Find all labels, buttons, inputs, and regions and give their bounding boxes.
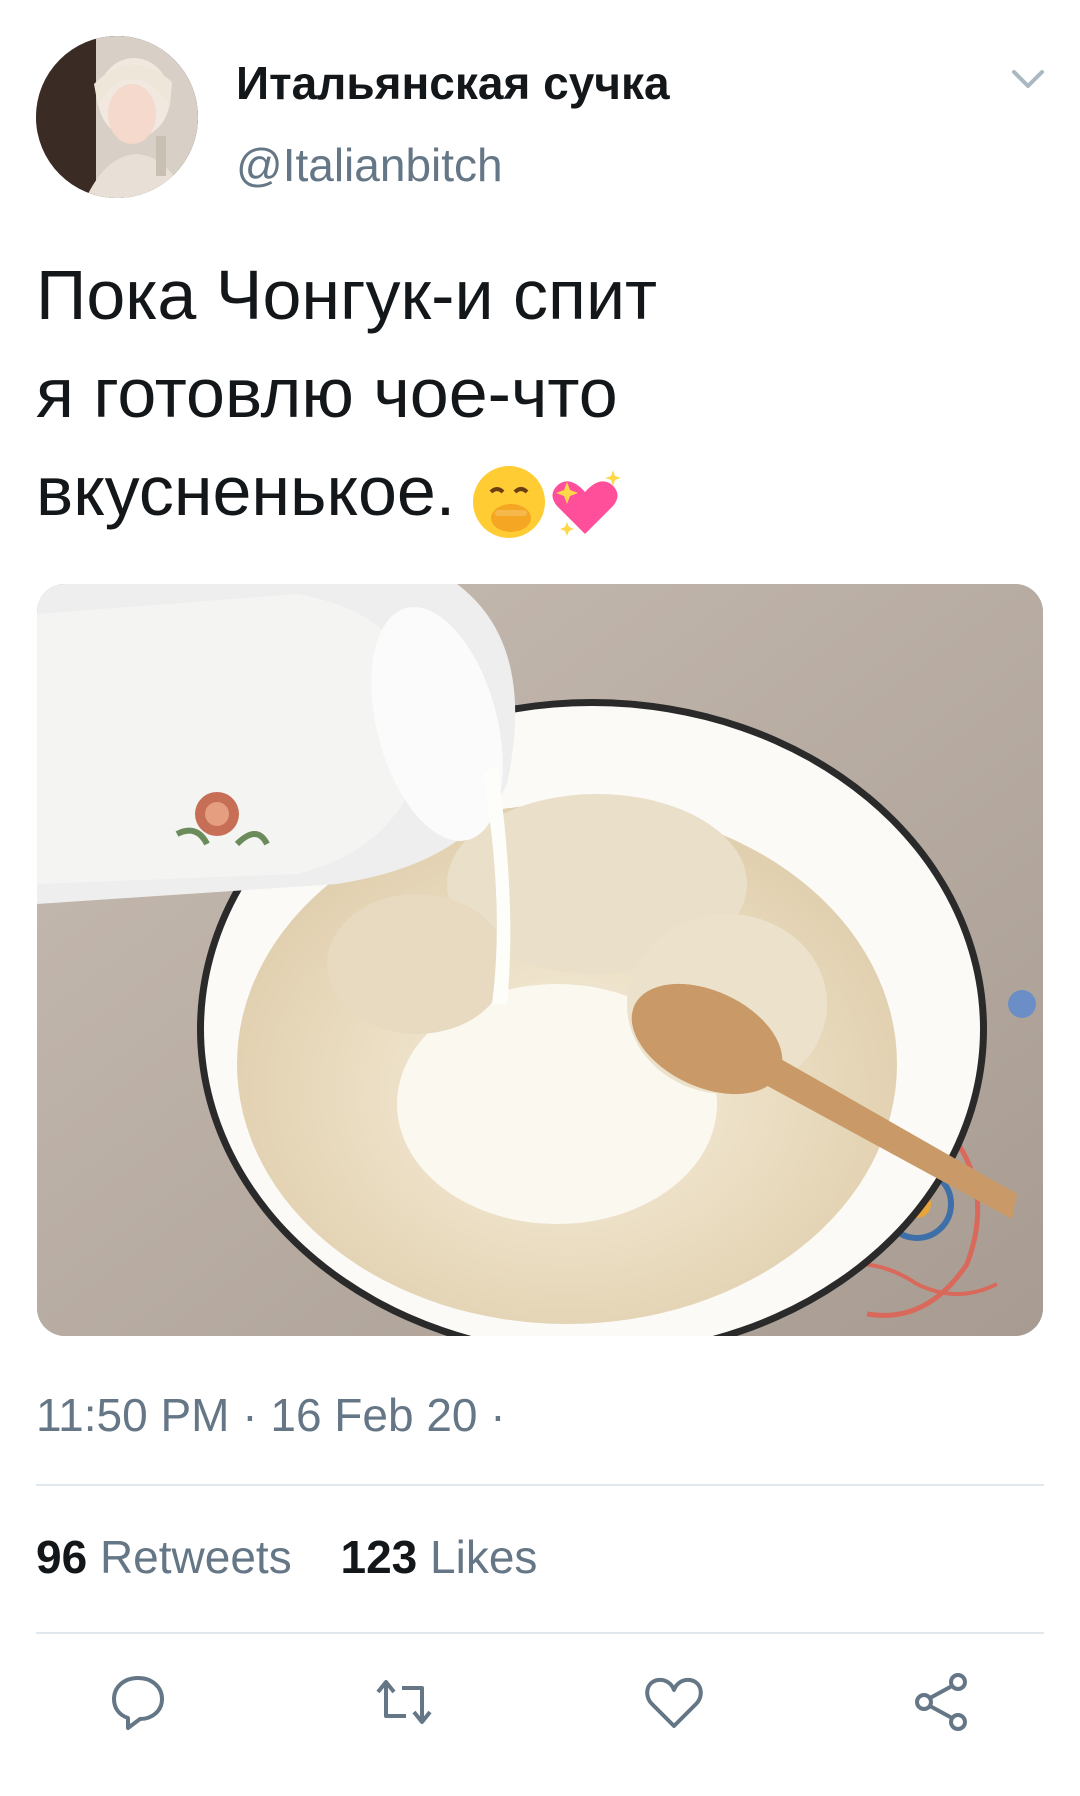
likes-count: 123 bbox=[340, 1531, 418, 1583]
tweet-text: Пока Чонгук-и спит я готовлю чое-что вку… bbox=[36, 246, 1036, 546]
tweet-actions-bar bbox=[0, 1670, 1080, 1740]
retweets-label: Retweets bbox=[99, 1531, 292, 1583]
heart-icon[interactable] bbox=[642, 1670, 706, 1734]
reply-icon[interactable] bbox=[106, 1670, 170, 1734]
tweet-stats: 96 Retweets 123 Likes bbox=[36, 1530, 573, 1584]
hand-over-mouth-emoji-icon bbox=[473, 466, 622, 539]
avatar-image bbox=[36, 36, 198, 198]
chevron-down-icon[interactable] bbox=[1008, 62, 1048, 98]
retweets-stat[interactable]: 96 Retweets bbox=[36, 1531, 292, 1583]
sparkling-heart-emoji-icon bbox=[552, 470, 622, 537]
retweets-count: 96 bbox=[36, 1531, 88, 1583]
tweet-timestamp[interactable]: 11:50 PM · 16 Feb 20 · bbox=[36, 1388, 506, 1442]
divider bbox=[36, 1484, 1044, 1486]
photo-image bbox=[37, 584, 1043, 1336]
retweet-icon[interactable] bbox=[372, 1670, 436, 1734]
share-icon[interactable] bbox=[910, 1670, 974, 1734]
likes-stat[interactable]: 123 Likes bbox=[340, 1531, 537, 1583]
user-handle[interactable]: @Italianbitch bbox=[236, 138, 503, 192]
display-name[interactable]: Итальянская сучка bbox=[236, 56, 670, 110]
tweet-photo[interactable] bbox=[37, 584, 1043, 1336]
tweet-detail: Итальянская сучка @Italianbitch Пока Чон… bbox=[0, 0, 1080, 1796]
emoji-group bbox=[467, 448, 627, 546]
divider bbox=[36, 1632, 1044, 1634]
avatar[interactable] bbox=[36, 36, 198, 198]
likes-label: Likes bbox=[430, 1531, 538, 1583]
